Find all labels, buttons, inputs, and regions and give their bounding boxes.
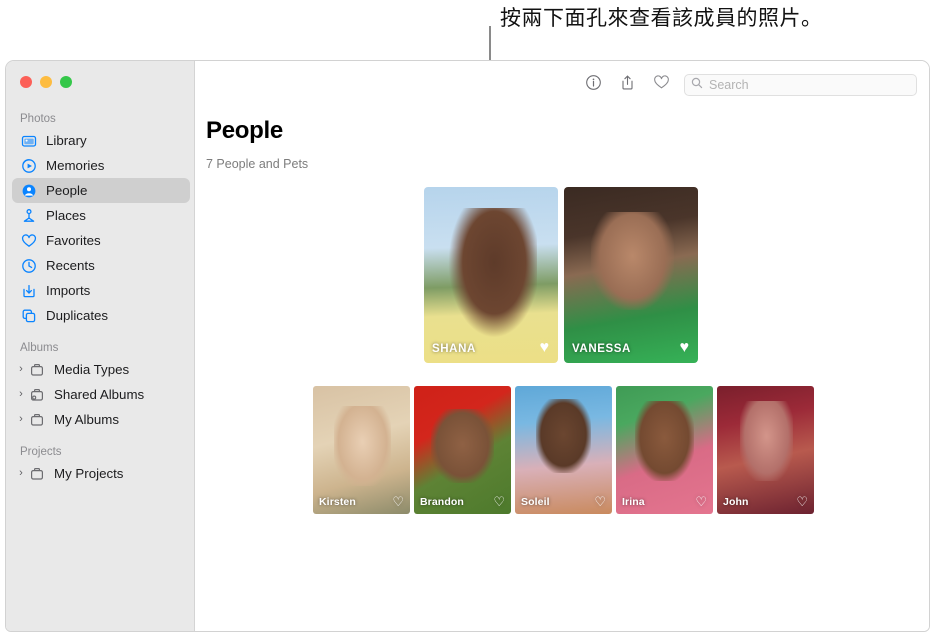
- page-subtitle: 7 People and Pets: [206, 157, 309, 171]
- shared-folder-icon: [28, 386, 45, 403]
- favorite-button[interactable]: [644, 72, 678, 98]
- search-input[interactable]: Search: [684, 74, 917, 96]
- sidebar-item-label: Imports: [46, 283, 91, 298]
- sidebar-list: Photos Library Memories People Places Fa…: [6, 61, 194, 486]
- sidebar-item-label: Library: [46, 133, 87, 148]
- memories-icon: [20, 157, 37, 174]
- person-name: Kirsten: [319, 496, 356, 508]
- sidebar-item-places[interactable]: Places: [12, 203, 190, 228]
- person-photo: [564, 187, 698, 363]
- featured-people-grid: SHANA ♥ VANESSA ♥: [424, 187, 698, 363]
- person-tile[interactable]: John ♡: [717, 386, 814, 514]
- zoom-button[interactable]: [60, 76, 72, 88]
- info-icon: [585, 74, 602, 96]
- share-icon: [619, 74, 636, 96]
- person-name: Irina: [622, 496, 645, 508]
- chevron-right-icon[interactable]: ›: [16, 364, 26, 375]
- person-name: VANESSA: [572, 343, 631, 355]
- sidebar-item-label: Favorites: [46, 233, 101, 248]
- sidebar-item-label: Duplicates: [46, 308, 109, 323]
- sidebar-item-label: Shared Albums: [54, 387, 145, 402]
- photos-window: Photos Library Memories People Places Fa…: [5, 60, 930, 632]
- person-name: Soleil: [521, 496, 550, 508]
- person-tile[interactable]: Kirsten ♡: [313, 386, 410, 514]
- search-placeholder: Search: [709, 78, 749, 92]
- person-tile[interactable]: VANESSA ♥: [564, 187, 698, 363]
- traffic-lights: [20, 76, 72, 88]
- people-grid: Kirsten ♡ Brandon ♡ Soleil ♡ Irina ♡ Joh…: [313, 386, 814, 514]
- page-title: People: [206, 117, 283, 144]
- share-button[interactable]: [610, 72, 644, 98]
- sidebar-item-my-projects[interactable]: › My Projects: [12, 461, 190, 486]
- minimize-button[interactable]: [40, 76, 52, 88]
- sidebar-item-favorites[interactable]: Favorites: [12, 228, 190, 253]
- chevron-right-icon[interactable]: ›: [16, 414, 26, 425]
- person-name: Brandon: [420, 496, 464, 508]
- import-icon: [20, 282, 37, 299]
- person-photo: [424, 187, 558, 363]
- sidebar-item-duplicates[interactable]: Duplicates: [12, 303, 190, 328]
- heart-icon: [20, 232, 37, 249]
- sidebar-section-albums-header: Albums: [20, 342, 59, 354]
- person-tile[interactable]: Brandon ♡: [414, 386, 511, 514]
- close-button[interactable]: [20, 76, 32, 88]
- person-tile[interactable]: SHANA ♥: [424, 187, 558, 363]
- person-tile[interactable]: Soleil ♡: [515, 386, 612, 514]
- heart-icon: [653, 74, 670, 96]
- toolbar: Search: [576, 72, 917, 98]
- callout-text: 按兩下面孔來查看該成員的照片。: [500, 7, 823, 30]
- duplicates-icon: [20, 307, 37, 324]
- sidebar-item-label: My Albums: [54, 412, 120, 427]
- sidebar-section-photos-header: Photos: [20, 113, 56, 125]
- clock-icon: [20, 257, 37, 274]
- chevron-right-icon[interactable]: ›: [16, 389, 26, 400]
- people-icon: [20, 182, 37, 199]
- folder-icon: [28, 465, 45, 482]
- info-button[interactable]: [576, 72, 610, 98]
- folder-icon: [28, 361, 45, 378]
- folder-icon: [28, 411, 45, 428]
- favorite-heart-icon[interactable]: ♥: [540, 340, 550, 356]
- sidebar-item-library[interactable]: Library: [12, 128, 190, 153]
- sidebar-item-people[interactable]: People: [12, 178, 190, 203]
- search-icon: [691, 76, 703, 94]
- chevron-right-icon[interactable]: ›: [16, 468, 26, 479]
- screenshot-root: 按兩下面孔來查看該成員的照片。 Photos Library Memories …: [0, 0, 931, 636]
- favorite-heart-icon[interactable]: ♡: [392, 495, 404, 508]
- sidebar-item-label: People: [46, 183, 88, 198]
- sidebar-item-recents[interactable]: Recents: [12, 253, 190, 278]
- sidebar-section-projects-header: Projects: [20, 446, 62, 458]
- favorite-heart-icon[interactable]: ♡: [594, 495, 606, 508]
- sidebar-item-memories[interactable]: Memories: [12, 153, 190, 178]
- sidebar-item-label: Media Types: [54, 362, 130, 377]
- favorite-heart-icon[interactable]: ♥: [680, 340, 690, 356]
- person-name: John: [723, 496, 749, 508]
- places-icon: [20, 207, 37, 224]
- sidebar-item-media-types[interactable]: › Media Types: [12, 357, 190, 382]
- favorite-heart-icon[interactable]: ♡: [695, 495, 707, 508]
- sidebar-item-shared-albums[interactable]: › Shared Albums: [12, 382, 190, 407]
- sidebar-item-imports[interactable]: Imports: [12, 278, 190, 303]
- person-name: SHANA: [432, 343, 476, 355]
- sidebar: Photos Library Memories People Places Fa…: [6, 61, 195, 631]
- person-tile[interactable]: Irina ♡: [616, 386, 713, 514]
- favorite-heart-icon[interactable]: ♡: [796, 495, 808, 508]
- sidebar-item-my-albums[interactable]: › My Albums: [12, 407, 190, 432]
- library-icon: [20, 132, 37, 149]
- sidebar-item-label: Places: [46, 208, 86, 223]
- sidebar-item-label: My Projects: [54, 466, 124, 481]
- main-content: Search People 7 People and Pets SHANA ♥ …: [195, 61, 929, 631]
- sidebar-item-label: Recents: [46, 258, 95, 273]
- sidebar-item-label: Memories: [46, 158, 105, 173]
- favorite-heart-icon[interactable]: ♡: [493, 495, 505, 508]
